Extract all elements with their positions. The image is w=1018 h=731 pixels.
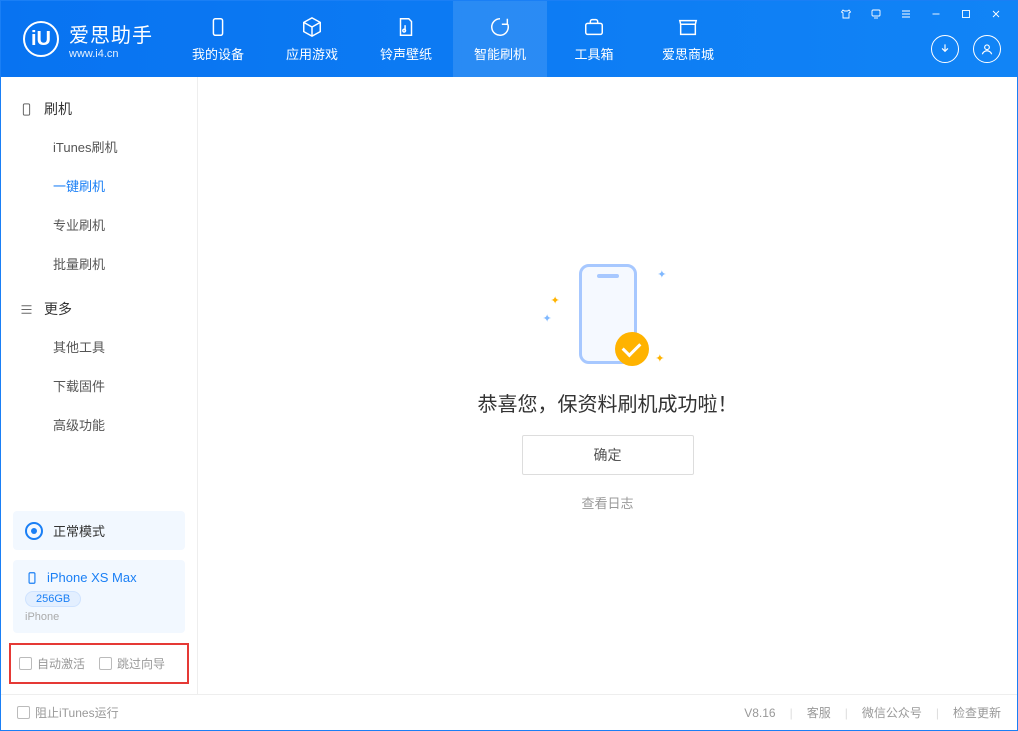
shirt-icon[interactable] bbox=[831, 1, 861, 27]
mode-label: 正常模式 bbox=[53, 521, 105, 540]
nav-store[interactable]: 爱思商城 bbox=[641, 1, 735, 77]
checkbox-label: 跳过向导 bbox=[117, 655, 165, 672]
nav-smart-flash[interactable]: 智能刷机 bbox=[453, 1, 547, 77]
app-header: iU 爱思助手 www.i4.cn 我的设备 应用游戏 铃声壁纸 智能刷机 工具… bbox=[1, 1, 1017, 77]
checkbox-box-icon bbox=[17, 706, 30, 719]
link-check-update[interactable]: 检查更新 bbox=[953, 704, 1001, 721]
sidebar-item-one-click-flash[interactable]: 一键刷机 bbox=[1, 166, 197, 205]
checkbox-label: 自动激活 bbox=[37, 655, 85, 672]
refresh-shield-icon bbox=[489, 16, 511, 38]
nav-toolbox[interactable]: 工具箱 bbox=[547, 1, 641, 77]
sidebar-item-download-firmware[interactable]: 下载固件 bbox=[1, 366, 197, 405]
nav-label: 应用游戏 bbox=[286, 44, 338, 63]
sidebar-group-flash: 刷机 bbox=[1, 91, 197, 127]
sidebar-item-other-tools[interactable]: 其他工具 bbox=[1, 327, 197, 366]
view-log-link[interactable]: 查看日志 bbox=[581, 493, 633, 512]
device-name: iPhone XS Max bbox=[47, 570, 137, 585]
device-card[interactable]: iPhone XS Max 256GB iPhone bbox=[13, 560, 185, 633]
success-illustration: ✦ ✦ ✦ ✦ bbox=[573, 260, 643, 370]
phone-icon bbox=[207, 16, 229, 38]
cube-icon bbox=[301, 16, 323, 38]
check-badge-icon bbox=[615, 332, 649, 366]
sparkle-icon: ✦ bbox=[551, 294, 560, 307]
logo-area: iU 爱思助手 www.i4.cn bbox=[1, 1, 171, 77]
group-label: 刷机 bbox=[44, 99, 72, 119]
store-icon bbox=[677, 16, 699, 38]
sidebar-item-advanced[interactable]: 高级功能 bbox=[1, 405, 197, 444]
nav-label: 铃声壁纸 bbox=[380, 44, 432, 63]
user-button[interactable] bbox=[973, 35, 1001, 63]
success-message: 恭喜您，保资料刷机成功啦！ bbox=[478, 388, 738, 417]
toolbox-icon bbox=[583, 16, 605, 38]
nav-apps-games[interactable]: 应用游戏 bbox=[265, 1, 359, 77]
close-button[interactable] bbox=[981, 1, 1011, 27]
menu-icon[interactable] bbox=[891, 1, 921, 27]
app-name-en: www.i4.cn bbox=[69, 48, 153, 60]
body: 刷机 iTunes刷机 一键刷机 专业刷机 批量刷机 更多 其他工具 下载固件 … bbox=[1, 77, 1017, 694]
checkbox-box-icon bbox=[19, 657, 32, 670]
nav-my-device[interactable]: 我的设备 bbox=[171, 1, 265, 77]
nav-label: 智能刷机 bbox=[474, 44, 526, 63]
nav-label: 工具箱 bbox=[574, 44, 613, 63]
checkbox-label: 阻止iTunes运行 bbox=[35, 704, 119, 721]
minimize-button[interactable] bbox=[921, 1, 951, 27]
nav-label: 我的设备 bbox=[192, 44, 244, 63]
phone-small-icon bbox=[25, 571, 39, 585]
sparkle-icon: ✦ bbox=[543, 312, 552, 325]
statusbar-right: V8.16 | 客服 | 微信公众号 | 检查更新 bbox=[744, 704, 1001, 721]
main-content: ✦ ✦ ✦ ✦ 恭喜您，保资料刷机成功啦！ 确定 查看日志 bbox=[198, 77, 1017, 694]
main-nav: 我的设备 应用游戏 铃声壁纸 智能刷机 工具箱 爱思商城 bbox=[171, 1, 735, 77]
nav-ringtone-wallpaper[interactable]: 铃声壁纸 bbox=[359, 1, 453, 77]
sparkle-icon: ✦ bbox=[657, 268, 666, 281]
feedback-icon[interactable] bbox=[861, 1, 891, 27]
device-type: iPhone bbox=[25, 611, 173, 623]
download-button[interactable] bbox=[931, 35, 959, 63]
device-name-row: iPhone XS Max bbox=[25, 570, 173, 585]
logo-icon: iU bbox=[23, 21, 59, 57]
window-controls bbox=[831, 1, 1011, 27]
status-dot-icon bbox=[25, 522, 43, 540]
logo-text: 爱思助手 www.i4.cn bbox=[69, 19, 153, 60]
music-file-icon bbox=[395, 16, 417, 38]
ok-button[interactable]: 确定 bbox=[522, 435, 694, 475]
maximize-button[interactable] bbox=[951, 1, 981, 27]
mode-card[interactable]: 正常模式 bbox=[13, 511, 185, 550]
sidebar-item-itunes-flash[interactable]: iTunes刷机 bbox=[1, 127, 197, 166]
sparkle-icon: ✦ bbox=[655, 352, 664, 365]
status-bar: 阻止iTunes运行 V8.16 | 客服 | 微信公众号 | 检查更新 bbox=[1, 694, 1017, 730]
bottom-options-highlight: 自动激活 跳过向导 bbox=[9, 643, 189, 684]
group-label: 更多 bbox=[44, 299, 72, 319]
sidebar: 刷机 iTunes刷机 一键刷机 专业刷机 批量刷机 更多 其他工具 下载固件 … bbox=[1, 77, 198, 694]
link-support[interactable]: 客服 bbox=[807, 704, 831, 721]
header-right-buttons bbox=[931, 35, 1001, 63]
sidebar-item-pro-flash[interactable]: 专业刷机 bbox=[1, 205, 197, 244]
checkbox-auto-activate[interactable]: 自动激活 bbox=[19, 655, 85, 672]
app-name-cn: 爱思助手 bbox=[69, 19, 153, 48]
checkbox-box-icon bbox=[99, 657, 112, 670]
nav-label: 爱思商城 bbox=[662, 44, 714, 63]
list-icon bbox=[19, 302, 34, 317]
sidebar-group-more: 更多 bbox=[1, 291, 197, 327]
storage-badge: 256GB bbox=[25, 591, 81, 607]
checkbox-block-itunes[interactable]: 阻止iTunes运行 bbox=[17, 704, 119, 721]
device-icon bbox=[19, 102, 34, 117]
version-label: V8.16 bbox=[744, 706, 775, 720]
sidebar-item-batch-flash[interactable]: 批量刷机 bbox=[1, 244, 197, 283]
checkbox-skip-guide[interactable]: 跳过向导 bbox=[99, 655, 165, 672]
link-wechat[interactable]: 微信公众号 bbox=[862, 704, 922, 721]
